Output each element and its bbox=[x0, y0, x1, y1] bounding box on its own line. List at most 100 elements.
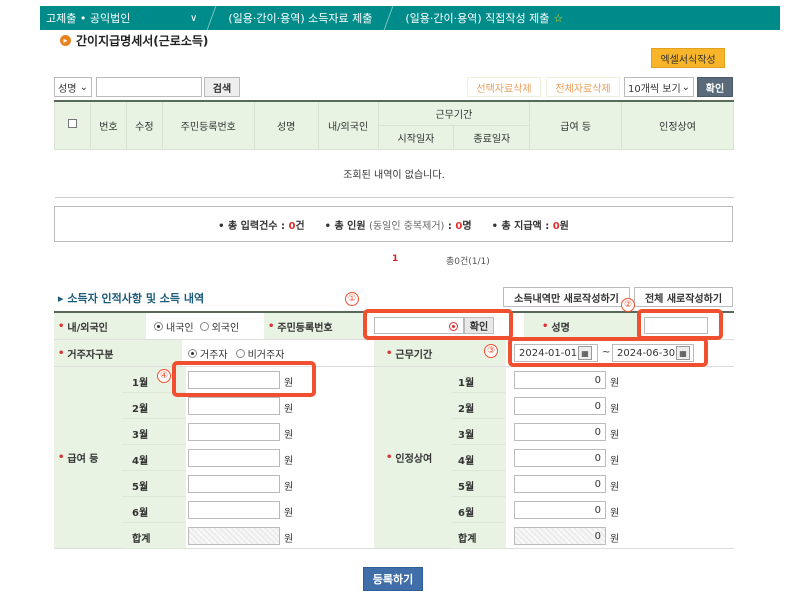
summary-people-note: (동일인 중복제거) bbox=[369, 220, 445, 232]
page-size-select[interactable]: 10개씩 보기 ⌄ bbox=[624, 77, 694, 97]
nationality-label: • 내/외국인 bbox=[54, 313, 146, 339]
select-all-header bbox=[54, 100, 91, 150]
currency-unit: 원 bbox=[284, 534, 294, 545]
breadcrumb-item-3-label: (일용·간이·용역) 직접작성 제출 bbox=[405, 12, 550, 25]
chevron-down-icon: ⌄ bbox=[681, 81, 690, 93]
page-size-value: 10개씩 보기 bbox=[628, 83, 681, 95]
currency-unit: 원 bbox=[610, 378, 620, 389]
bonus-month-input[interactable]: 0 bbox=[514, 423, 606, 441]
breadcrumb-item-2[interactable]: (일용·간이·용역) 소득자료 제출 bbox=[220, 10, 380, 26]
salary-month-input[interactable] bbox=[188, 449, 280, 467]
salary-month-input[interactable] bbox=[188, 501, 280, 519]
col-header-work-period: 근무기간 bbox=[377, 100, 531, 126]
non-resident-radio[interactable] bbox=[235, 348, 245, 358]
currency-unit: 원 bbox=[610, 534, 620, 545]
currency-unit: 원 bbox=[610, 508, 620, 519]
bonus-month-input[interactable]: 0 bbox=[514, 397, 606, 415]
highlight-box-2 bbox=[637, 309, 723, 340]
page-number-current[interactable]: 1 bbox=[392, 254, 398, 264]
chevron-down-icon: ⌄ bbox=[79, 81, 88, 93]
bonus-month-input[interactable]: 0 bbox=[514, 475, 606, 493]
salary-total-field bbox=[188, 527, 280, 545]
nationality-domestic-radio[interactable] bbox=[154, 321, 163, 331]
col-header-salary: 급여 등 bbox=[529, 100, 623, 150]
residency-label: • 거주자구분 bbox=[54, 340, 182, 366]
page-total: 총0건(1/1) bbox=[446, 257, 490, 267]
register-button[interactable]: 등록하기 bbox=[363, 567, 423, 591]
salary-month-label: 2월 bbox=[132, 404, 149, 415]
salary-month-label: 3월 bbox=[132, 430, 149, 441]
select-all-checkbox[interactable] bbox=[67, 119, 77, 129]
excel-form-button[interactable]: 엑셀서식작성 bbox=[651, 48, 725, 68]
col-header-no: 번호 bbox=[89, 100, 127, 150]
work-period-label-text: 근무기간 bbox=[395, 349, 433, 361]
nationality-radios: 내국인 외국인 bbox=[154, 313, 239, 339]
nationality-domestic-label: 내국인 bbox=[166, 322, 194, 334]
breadcrumb-divider bbox=[383, 6, 394, 30]
summary-paid-label: • 총 지급액 : bbox=[491, 220, 553, 232]
salary-month-label: 합계 bbox=[132, 534, 151, 545]
col-header-name: 성명 bbox=[253, 100, 319, 150]
currency-unit: 원 bbox=[284, 404, 294, 415]
page-size-confirm-button[interactable]: 확인 bbox=[697, 77, 733, 97]
section-title: ▸ 소득자 인적사항 및 소득 내역 bbox=[58, 292, 205, 305]
delete-selected-button[interactable]: 선택자료삭제 bbox=[467, 77, 541, 97]
search-input[interactable] bbox=[96, 77, 202, 97]
annotation-marker-3: ③ bbox=[484, 344, 498, 358]
resident-no-label-text: 주민등록번호 bbox=[277, 322, 333, 334]
bonus-label-text: 인정상여 bbox=[395, 454, 433, 465]
nationality-foreign-label: 외국인 bbox=[211, 322, 240, 334]
currency-unit: 원 bbox=[284, 430, 294, 441]
highlight-box-1 bbox=[363, 309, 513, 340]
col-header-edit: 수정 bbox=[125, 100, 163, 150]
summary-paid-amount: • 총 지급액 : 0원 bbox=[492, 217, 569, 232]
resident-label: 거주자 bbox=[200, 349, 228, 361]
currency-unit: 원 bbox=[284, 482, 294, 493]
salary-month-label: 4월 bbox=[132, 456, 149, 467]
summary-input-count: • 총 입력건수 : 0건 bbox=[218, 217, 305, 232]
bonus-month-input[interactable]: 0 bbox=[514, 449, 606, 467]
new-income-only-button[interactable]: 소득내역만 새로작성하기 bbox=[503, 287, 630, 307]
salary-month-input[interactable] bbox=[188, 475, 280, 493]
bonus-month-label: 5월 bbox=[458, 482, 475, 493]
name-label-text: 성명 bbox=[551, 322, 570, 334]
currency-unit: 원 bbox=[610, 430, 620, 441]
col-header-nationality: 내/외국인 bbox=[317, 100, 379, 150]
nationality-label-text: 내/외국인 bbox=[67, 322, 108, 334]
summary-people-unit: 명 bbox=[462, 220, 472, 232]
summary-people-count: • 총 인원 (동일인 중복제거) : 0명 bbox=[325, 217, 472, 232]
resident-no-label: • 주민등록번호 bbox=[264, 313, 364, 339]
bonus-month-input[interactable]: 0 bbox=[514, 371, 606, 389]
currency-unit: 원 bbox=[610, 482, 620, 493]
star-icon[interactable]: ☆ bbox=[553, 12, 563, 25]
new-all-button[interactable]: 전체 새로작성하기 bbox=[634, 287, 733, 307]
summary-box: • 총 입력건수 : 0건 • 총 인원 (동일인 중복제거) : 0명 • 총… bbox=[54, 206, 733, 242]
col-header-bonus: 인정상여 bbox=[621, 100, 734, 150]
resident-radio[interactable] bbox=[188, 348, 197, 358]
summary-input-label: • 총 입력건수 : bbox=[218, 220, 289, 232]
breadcrumb-item-3[interactable]: (일용·간이·용역) 직접작성 제출 ☆ bbox=[397, 10, 571, 26]
salary-month-label: 6월 bbox=[132, 508, 149, 519]
delete-all-button[interactable]: 전체자료삭제 bbox=[546, 77, 620, 97]
col-header-end-date: 종료일자 bbox=[453, 124, 531, 150]
salary-month-input[interactable] bbox=[188, 423, 280, 441]
breadcrumb-item-1[interactable]: 고제출 • 공익법인 bbox=[40, 10, 190, 26]
bonus-month-label: 4월 bbox=[458, 456, 475, 467]
currency-unit: 원 bbox=[610, 404, 620, 415]
annotation-marker-1: ① bbox=[345, 292, 359, 306]
search-field-select[interactable]: 성명 ⌄ bbox=[54, 77, 92, 97]
salary-month-input[interactable] bbox=[188, 397, 280, 415]
empty-message: 조회된 내역이 없습니다. bbox=[54, 149, 734, 198]
residency-label-text: 거주자구분 bbox=[67, 349, 114, 361]
search-button[interactable]: 검색 bbox=[204, 77, 240, 97]
salary-month-label: 1월 bbox=[132, 378, 149, 389]
breadcrumb-divider bbox=[206, 6, 217, 30]
currency-unit: 원 bbox=[284, 456, 294, 467]
bonus-month-label: 2월 bbox=[458, 404, 475, 415]
bonus-month-label: 합계 bbox=[458, 534, 477, 545]
bonus-month-input[interactable]: 0 bbox=[514, 501, 606, 519]
search-field-select-value: 성명 bbox=[58, 83, 77, 95]
summary-people-colon: : bbox=[444, 220, 456, 232]
chevron-down-icon[interactable]: ∨ bbox=[190, 13, 197, 24]
nationality-foreign-radio[interactable] bbox=[199, 321, 209, 331]
